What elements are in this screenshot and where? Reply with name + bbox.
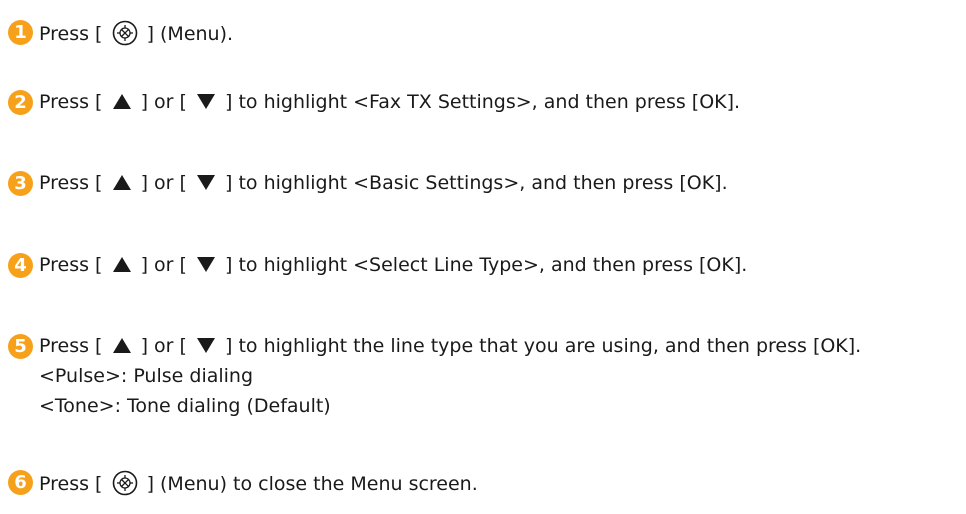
step-text: Press [ ] or [ ] to highlight the line t… [39,334,861,421]
down-arrow-icon [196,173,216,198]
step-number-badge: 1 [8,20,33,45]
step-text: Press [ ] or [ ] to highlight <Basic Set… [39,171,728,198]
step-text-middle: ] or [ [140,254,187,276]
step-text: Press [ ] or [ ] to highlight <Select Li… [39,253,747,280]
step-number-badge: 3 [8,171,33,196]
down-arrow-icon [196,336,216,361]
step-text-before: Press [ [39,23,103,45]
step-text-before: Press [ [39,335,103,357]
step-3: 3 Press [ ] or [ ] to highlight <Basic S… [8,171,728,198]
menu-key-icon [112,470,138,503]
up-arrow-icon [112,336,132,361]
up-arrow-icon [112,173,132,198]
step-text-after: ] to highlight <Basic Settings>, and the… [225,172,728,194]
step-number-badge: 5 [8,334,33,359]
step-text-before: Press [ [39,172,103,194]
option-pulse: <Pulse>: Pulse dialing [39,365,254,387]
step-text-after: ] to highlight <Fax TX Settings>, and th… [225,91,741,113]
step-2: 2 Press [ ] or [ ] to highlight <Fax TX … [8,90,740,117]
step-4: 4 Press [ ] or [ ] to highlight <Select … [8,253,747,280]
step-6: 6 Press [ ] (Menu) to close the Menu scr… [8,470,478,503]
step-number-badge: 4 [8,253,33,278]
step-text-before: Press [ [39,91,103,113]
down-arrow-icon [196,92,216,117]
step-text-before: Press [ [39,254,103,276]
step-5: 5 Press [ ] or [ ] to highlight the line… [8,334,861,421]
step-text-middle: ] or [ [140,335,187,357]
step-text: Press [ ] or [ ] to highlight <Fax TX Se… [39,90,740,117]
option-tone: <Tone>: Tone dialing (Default) [39,395,331,417]
menu-key-icon [112,20,138,53]
step-text: Press [ ] (Menu) to close the Menu scree… [39,470,478,503]
step-number-badge: 2 [8,90,33,115]
up-arrow-icon [112,255,132,280]
step-text-after: ] (Menu). [146,23,234,45]
down-arrow-icon [196,255,216,280]
step-text-before: Press [ [39,473,103,495]
step-text-middle: ] or [ [140,172,187,194]
step-text-middle: ] or [ [140,91,187,113]
step-text-after: ] to highlight <Select Line Type>, and t… [225,254,748,276]
step-text-after: ] to highlight the line type that you ar… [225,335,862,357]
step-text-after: ] (Menu) to close the Menu screen. [146,473,478,495]
step-text: Press [ ] (Menu). [39,20,233,53]
step-number-badge: 6 [8,470,33,495]
up-arrow-icon [112,92,132,117]
step-1: 1 Press [ ] (Menu). [8,20,233,53]
